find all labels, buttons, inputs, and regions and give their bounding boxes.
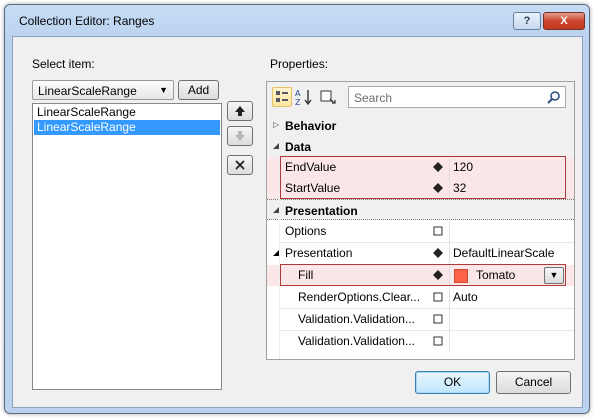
column-divider bbox=[449, 221, 450, 242]
prop-value[interactable]: Auto bbox=[453, 287, 569, 308]
category-behavior-label: Behavior bbox=[285, 119, 337, 133]
category-behavior[interactable]: ▷ Behavior bbox=[267, 115, 574, 136]
categorized-view-button[interactable] bbox=[272, 87, 292, 107]
prop-row-renderoptions[interactable]: RenderOptions.Clear... Auto bbox=[267, 287, 574, 308]
prop-row-startvalue[interactable]: StartValue 32 bbox=[267, 178, 574, 199]
alphabetical-view-button[interactable]: AZ bbox=[294, 87, 314, 107]
list-item[interactable]: LinearScaleRange bbox=[34, 105, 220, 120]
help-button[interactable]: ? bbox=[513, 12, 541, 30]
title-bar[interactable]: Collection Editor: Ranges ? X bbox=[5, 5, 589, 37]
prop-value[interactable]: DefaultLinearScale bbox=[453, 243, 569, 264]
close-button[interactable]: X bbox=[543, 12, 585, 30]
prop-row-endvalue[interactable]: EndValue 120 bbox=[267, 157, 574, 178]
prop-value[interactable]: 32 bbox=[453, 178, 569, 199]
column-divider bbox=[449, 178, 450, 199]
prop-row-options[interactable]: Options bbox=[267, 221, 574, 242]
prop-name: Options bbox=[285, 224, 327, 238]
property-pages-button[interactable] bbox=[318, 87, 338, 107]
prop-value[interactable]: 120 bbox=[453, 157, 569, 178]
list-item-selected[interactable]: LinearScaleRange bbox=[34, 120, 220, 135]
categorized-icon bbox=[276, 91, 288, 102]
prop-row-validation-1[interactable]: Validation.Validation... bbox=[267, 309, 574, 330]
property-pages-icon bbox=[320, 90, 336, 104]
prop-row-fill[interactable]: Fill Tomato ▼ bbox=[267, 265, 574, 286]
ok-button[interactable]: OK bbox=[415, 371, 490, 394]
column-divider bbox=[449, 331, 450, 352]
category-data[interactable]: ◢ Data bbox=[267, 136, 574, 157]
add-button[interactable]: Add bbox=[178, 80, 219, 100]
sort-az-icon: AZ bbox=[295, 89, 312, 107]
column-divider bbox=[449, 243, 450, 264]
color-swatch bbox=[454, 269, 468, 283]
fill-dropdown-button[interactable]: ▼ bbox=[544, 267, 564, 284]
chevron-down-icon: ▼ bbox=[549, 270, 559, 280]
remove-button[interactable] bbox=[227, 155, 253, 175]
prop-name: Validation.Validation... bbox=[298, 312, 415, 326]
properties-label: Properties: bbox=[270, 57, 329, 71]
move-down-button[interactable] bbox=[227, 126, 253, 146]
prop-row-validation-2[interactable]: Validation.Validation... bbox=[267, 331, 574, 352]
local-value-icon bbox=[433, 183, 443, 193]
prop-row-presentation[interactable]: ◢ Presentation DefaultLinearScale bbox=[267, 243, 574, 264]
column-divider bbox=[449, 309, 450, 330]
items-list[interactable]: LinearScaleRange LinearScaleRange bbox=[32, 103, 222, 390]
property-grid: AZ Search ▷ Behavior ◢ Data EndValue 120… bbox=[266, 81, 575, 360]
search-placeholder: Search bbox=[354, 91, 393, 105]
prop-value[interactable] bbox=[453, 331, 569, 352]
move-up-button[interactable] bbox=[227, 101, 253, 121]
prop-name: Fill bbox=[298, 268, 314, 282]
dialog-client-area: Select item: LinearScaleRange ▼ Add Line… bbox=[12, 36, 583, 408]
local-value-icon bbox=[433, 270, 443, 280]
delete-icon bbox=[235, 160, 245, 170]
default-value-icon bbox=[433, 336, 443, 346]
prop-name: StartValue bbox=[285, 181, 341, 195]
prop-name: EndValue bbox=[285, 160, 337, 174]
cancel-button[interactable]: Cancel bbox=[496, 371, 571, 394]
category-presentation[interactable]: ◢ Presentation bbox=[267, 199, 574, 220]
default-value-icon bbox=[433, 292, 443, 302]
collection-editor-window: Collection Editor: Ranges ? X Select ite… bbox=[4, 4, 590, 414]
indent-gutter bbox=[279, 115, 280, 359]
category-presentation-label: Presentation bbox=[285, 204, 358, 218]
prop-value[interactable] bbox=[453, 221, 569, 242]
column-divider bbox=[449, 157, 450, 178]
local-value-icon bbox=[433, 248, 443, 258]
item-type-value: LinearScaleRange bbox=[38, 84, 137, 98]
window-title: Collection Editor: Ranges bbox=[19, 14, 155, 28]
search-icon bbox=[547, 91, 560, 104]
svg-text:A: A bbox=[295, 89, 301, 98]
local-value-icon bbox=[433, 162, 443, 172]
property-toolbar: AZ Search bbox=[267, 82, 574, 115]
column-divider bbox=[449, 265, 450, 286]
default-value-icon bbox=[433, 226, 443, 236]
default-value-icon bbox=[433, 314, 443, 324]
prop-name: Validation.Validation... bbox=[298, 334, 415, 348]
svg-text:Z: Z bbox=[295, 98, 301, 107]
search-input[interactable]: Search bbox=[348, 86, 566, 108]
category-data-label: Data bbox=[285, 140, 312, 154]
arrow-up-icon bbox=[235, 106, 245, 116]
prop-value[interactable]: Tomato bbox=[476, 265, 540, 286]
arrow-down-icon bbox=[235, 131, 245, 141]
column-divider bbox=[449, 287, 450, 308]
chevron-down-icon: ▼ bbox=[159, 85, 168, 95]
item-type-combo[interactable]: LinearScaleRange ▼ bbox=[32, 80, 174, 100]
select-item-label: Select item: bbox=[32, 57, 95, 71]
prop-value[interactable] bbox=[453, 309, 569, 330]
prop-name: Presentation bbox=[285, 246, 353, 260]
prop-name: RenderOptions.Clear... bbox=[298, 290, 421, 304]
